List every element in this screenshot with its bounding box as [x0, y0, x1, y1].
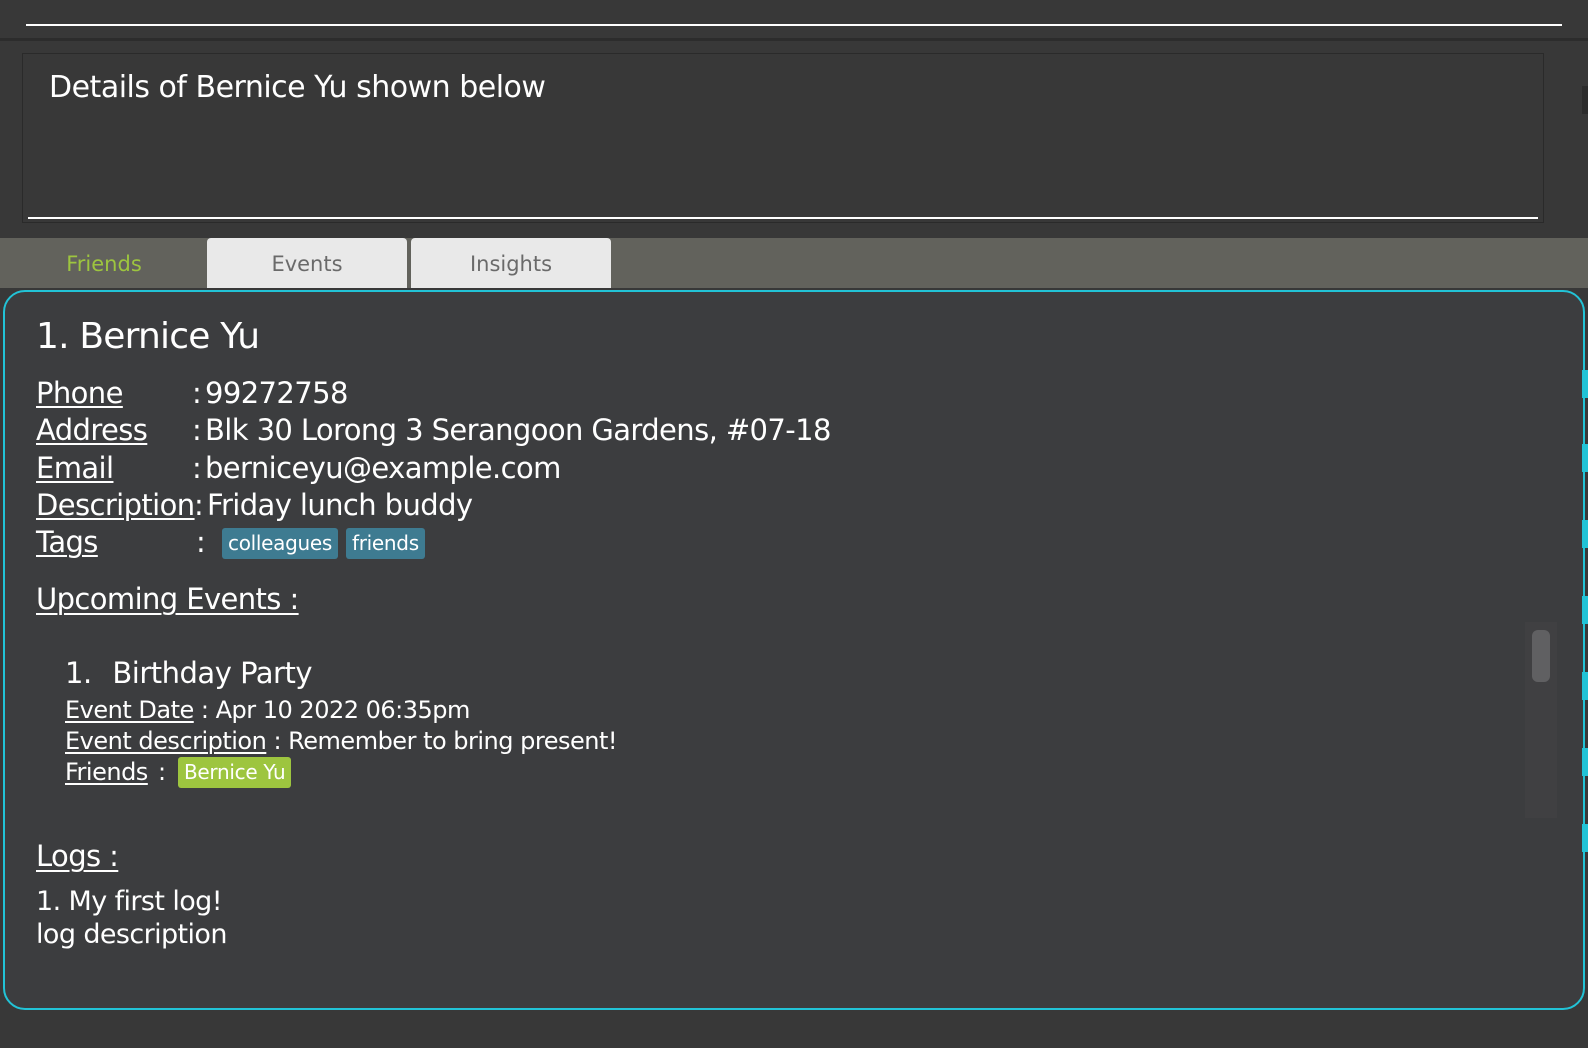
log-description: log description [36, 919, 227, 950]
field-label-phone: Phone [36, 376, 123, 410]
field-colon: : [194, 488, 204, 522]
edge-mark [1582, 370, 1588, 398]
event-friends-label: Friends [65, 758, 148, 786]
field-value-description: Friday lunch buddy [207, 488, 473, 522]
field-label-address: Address [36, 413, 148, 447]
event-friends-colon: : [158, 758, 166, 786]
command-input[interactable] [26, 0, 1562, 26]
friend-detail-panel: 1. Bernice Yu Phone : 99272758 Address :… [3, 290, 1585, 1010]
app-window: Details of Bernice Yu shown below Friend… [0, 0, 1588, 1048]
edge-mark [1582, 596, 1588, 624]
event-friend-tag: Bernice Yu [178, 757, 292, 788]
event-name: Birthday Party [112, 656, 312, 690]
field-colon: : [192, 413, 202, 447]
tab-insights[interactable]: Insights [411, 238, 611, 288]
field-value-phone: 99272758 [205, 376, 348, 410]
field-colon: : [192, 451, 202, 485]
field-colon: : [196, 525, 206, 559]
field-label-tags: Tags [36, 525, 98, 559]
edge-mark [1582, 748, 1588, 776]
command-box-area [0, 0, 1588, 41]
edge-mark [1582, 672, 1588, 700]
result-display[interactable]: Details of Bernice Yu shown below [22, 53, 1544, 223]
tag-friends: friends [346, 528, 425, 559]
event-friends-row: Friends : Bernice Yu [65, 757, 465, 792]
events-scrollbar-thumb[interactable] [1532, 630, 1550, 682]
event-title: 1. Birthday Party [65, 656, 312, 690]
field-colon: : [192, 376, 202, 410]
edge-mark [1582, 444, 1588, 472]
event-date-value: : Apr 10 2022 06:35pm [200, 696, 471, 724]
result-message: Details of Bernice Yu shown below [49, 70, 546, 105]
result-underline [28, 217, 1538, 219]
event-date-label: Event Date [65, 696, 194, 724]
field-tags: Tags : colleagues friends [36, 524, 536, 560]
upcoming-events-heading: Upcoming Events : [36, 582, 299, 616]
event-description-row: Event description : Remember to bring pr… [65, 727, 617, 755]
log-title: 1. My first log! [36, 886, 223, 917]
upcoming-events-list[interactable]: 1. Birthday Party Event Date : Apr 10 20… [65, 650, 1505, 820]
field-value-address: Blk 30 Lorong 3 Serangoon Gardens, #07-1… [205, 413, 831, 447]
logs-heading: Logs : [36, 839, 119, 873]
tab-events[interactable]: Events [207, 238, 407, 288]
edge-mark [1582, 86, 1588, 114]
event-description-value: : Remember to bring present! [273, 727, 617, 755]
status-area [0, 1010, 1588, 1048]
friend-name-heading: 1. Bernice Yu [36, 316, 260, 357]
tab-friends[interactable]: Friends [4, 238, 204, 288]
event-date-row: Event Date : Apr 10 2022 06:35pm [65, 696, 470, 724]
field-label-description: Description [36, 488, 195, 522]
tab-bar: Friends Events Insights [0, 238, 1588, 288]
divider [0, 38, 1588, 41]
tag-colleagues: colleagues [222, 528, 339, 559]
event-index: 1. [65, 656, 92, 690]
field-value-email: berniceyu@example.com [205, 451, 561, 485]
edge-mark [1582, 824, 1588, 852]
field-label-email: Email [36, 451, 114, 485]
event-description-label: Event description [65, 727, 267, 755]
events-scrollbar[interactable] [1525, 622, 1557, 818]
edge-mark [1582, 520, 1588, 548]
